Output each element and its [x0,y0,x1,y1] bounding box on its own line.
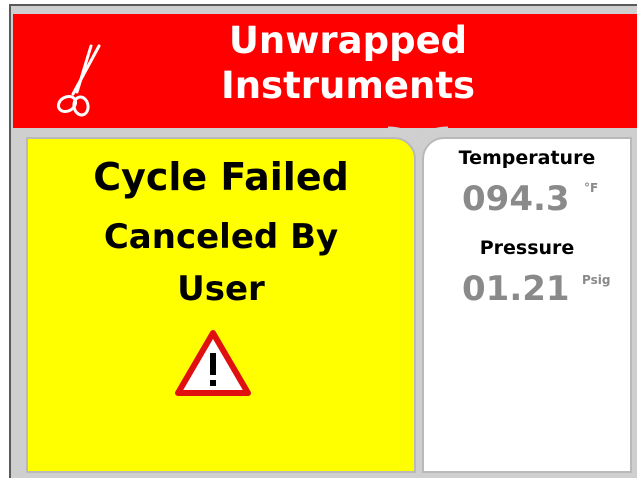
cycle-header: Unwrapped Instruments [13,14,637,128]
status-heading: Cycle Failed [93,155,349,199]
status-reason-line1: Canceled By [103,217,339,257]
scissors-icon [56,44,101,117]
readings-panel: Temperature 094.3 °F Pressure 01.21 Psig [422,137,632,473]
cycle-title-line2: Instruments [220,64,476,107]
bottom-border [13,473,637,478]
pressure-unit: Psig [582,273,611,287]
status-reason-line2: User [177,269,265,309]
cycle-title: Unwrapped Instruments [153,18,543,108]
cycle-title-line1: Unwrapped [228,19,468,62]
pressure-label: Pressure [479,237,575,259]
warning-icon [175,330,251,396]
temperature-value: 094.3 [462,179,570,219]
temperature-unit: °F [584,181,599,195]
temperature-label: Temperature [458,147,596,169]
status-panel: Cycle Failed Canceled By User [26,137,416,473]
pressure-value: 01.21 [462,269,570,309]
sterilizer-screen: Unwrapped Instruments Cycle Failed Cance… [0,0,637,481]
